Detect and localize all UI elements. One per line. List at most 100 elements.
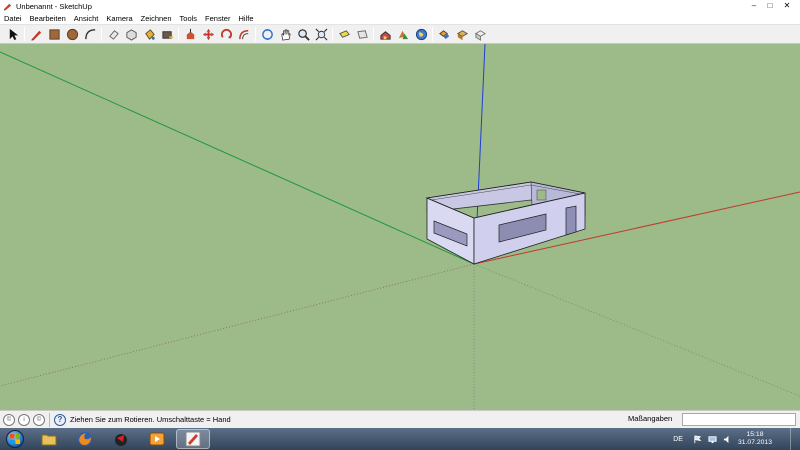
components-tool-button[interactable] [435, 26, 453, 42]
menu-tools[interactable]: Tools [176, 13, 202, 25]
push-pull-icon [186, 28, 194, 39]
measurements-label: Maßangaben [628, 414, 673, 423]
hand-icon [280, 28, 291, 40]
circle-icon [66, 28, 78, 40]
circle-tool-button[interactable] [63, 26, 81, 42]
taskbar-vlc[interactable] [140, 429, 174, 449]
menu-kamera[interactable]: Kamera [102, 13, 136, 25]
title-bar: Unbenannt - SketchUp – □ ✕ [0, 0, 800, 13]
menu-hilfe[interactable]: Hilfe [234, 13, 257, 25]
push-pull-tool-button[interactable] [181, 26, 199, 42]
system-tray: DE 15:18 31.07.2013 [673, 428, 800, 450]
zoom-tool-button[interactable] [294, 26, 312, 42]
start-button[interactable] [0, 428, 30, 450]
user-icon[interactable]: © [33, 413, 45, 426]
menu-bar: Datei Bearbeiten Ansicht Kamera Zeichnen… [0, 13, 800, 25]
toolbar-divider [255, 27, 256, 41]
select-arrow-icon [9, 28, 18, 40]
sketchup-app-icon [3, 3, 12, 11]
3d-warehouse-tool-button[interactable] [376, 26, 394, 42]
menu-bearbeiten[interactable]: Bearbeiten [26, 13, 70, 25]
show-desktop-button[interactable] [790, 428, 800, 450]
credits-icon[interactable]: i [18, 413, 30, 426]
status-hint: Ziehen Sie zum Rotieren. Umschalttaste =… [70, 415, 231, 424]
tape-measure-icon [161, 30, 173, 39]
house-model[interactable] [425, 181, 586, 265]
styles-tool-button[interactable] [471, 26, 489, 42]
pan-tool-button[interactable] [276, 26, 294, 42]
toolbar-divider [373, 27, 374, 41]
toolbar-divider [178, 27, 179, 41]
share-model-icon [398, 30, 408, 39]
move-tool-button[interactable] [199, 26, 217, 42]
styles-icon [474, 29, 486, 41]
main-toolbar [0, 25, 800, 44]
menu-ansicht[interactable]: Ansicht [70, 13, 103, 25]
clock-time: 15:18 [746, 431, 764, 438]
taskbar-sketchup[interactable] [176, 429, 210, 449]
geo-location-icon[interactable]: © [3, 413, 15, 426]
red-axis-negative [0, 263, 475, 387]
next-view-tool-button[interactable] [353, 26, 371, 42]
status-bar: © i © ? Ziehen Sie zum Rotieren. Umschal… [0, 410, 800, 428]
model-viewport[interactable] [0, 44, 800, 410]
media-center-icon [115, 434, 127, 446]
clock[interactable]: 15:18 31.07.2013 [738, 431, 772, 447]
rectangle-tool-button[interactable] [45, 26, 63, 42]
make-component-tool-button[interactable] [122, 26, 140, 42]
orbit-tool-button[interactable] [258, 26, 276, 42]
volume-icon[interactable] [723, 435, 732, 444]
toolbar-divider [332, 27, 333, 41]
scene-canvas [0, 44, 800, 410]
network-icon[interactable] [708, 435, 717, 444]
status-divider [49, 412, 50, 427]
toolbar-divider [24, 27, 25, 41]
offset-icon [238, 29, 248, 39]
back-wall-window [536, 189, 547, 201]
magnifier-icon [297, 28, 310, 41]
menu-datei[interactable]: Datei [0, 13, 26, 25]
menu-fenster[interactable]: Fenster [201, 13, 234, 25]
pencil-icon [30, 30, 41, 41]
play-icon [149, 432, 165, 446]
select-tool-button[interactable] [4, 26, 22, 42]
door-opening [565, 205, 577, 236]
orbit-icon [261, 28, 273, 40]
clock-date: 31.07.2013 [737, 439, 772, 446]
language-indicator[interactable]: DE [673, 436, 683, 443]
share-model-tool-button[interactable] [394, 26, 412, 42]
green-axis-line [0, 51, 475, 265]
paint-bucket-tool-button[interactable] [140, 26, 158, 42]
minimize-button[interactable]: – [746, 0, 762, 11]
folder-icon [41, 434, 57, 446]
taskbar-firefox[interactable] [68, 429, 102, 449]
warehouse-icon [379, 30, 391, 40]
google-earth-tool-button[interactable] [412, 26, 430, 42]
maximize-button[interactable]: □ [762, 0, 778, 11]
rotate-icon [220, 28, 232, 38]
help-icon[interactable]: ? [54, 413, 66, 426]
previous-view-icon [338, 29, 350, 38]
close-button[interactable]: ✕ [778, 0, 796, 11]
zoom-extents-tool-button[interactable] [312, 26, 330, 42]
eraser-icon [108, 29, 119, 40]
taskbar-media-center[interactable] [104, 429, 138, 449]
os-taskbar: DE 15:18 31.07.2013 [0, 428, 800, 450]
toolbar-divider [101, 27, 102, 41]
green-axis-negative [473, 263, 800, 397]
materials-tool-button[interactable] [453, 26, 471, 42]
globe-icon [415, 28, 427, 40]
measurements-input[interactable] [682, 413, 796, 426]
arc-tool-button[interactable] [81, 26, 99, 42]
menu-zeichnen[interactable]: Zeichnen [137, 13, 176, 25]
tape-measure-tool-button[interactable] [158, 26, 176, 42]
taskbar-explorer[interactable] [32, 429, 66, 449]
windows-logo-icon [6, 430, 24, 448]
pencil-tool-button[interactable] [27, 26, 45, 42]
eraser-tool-button[interactable] [104, 26, 122, 42]
rotate-tool-button[interactable] [217, 26, 235, 42]
component-box-icon [125, 28, 137, 41]
offset-tool-button[interactable] [235, 26, 253, 42]
previous-view-tool-button[interactable] [335, 26, 353, 42]
flag-icon[interactable] [693, 434, 702, 444]
